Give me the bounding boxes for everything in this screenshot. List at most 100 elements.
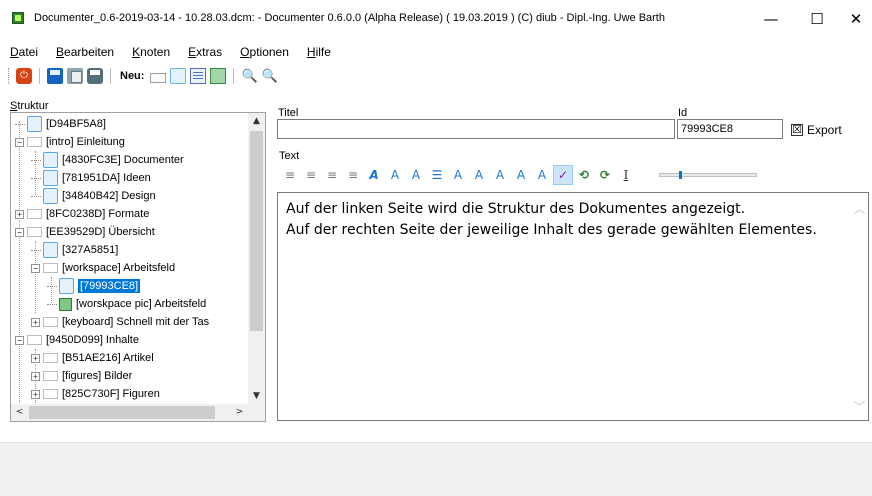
tree-connector [15, 123, 25, 125]
collapse-icon[interactable]: − [15, 137, 24, 147]
tree-node[interactable]: − [workspace] Arbeitsfeld [31, 259, 175, 277]
scroll-up-icon[interactable]: ︿ [851, 199, 868, 216]
align-left-icon[interactable]: ≡ [280, 165, 300, 185]
export-checkbox[interactable]: ☒ [791, 124, 803, 136]
text-cursor-icon[interactable]: I [616, 165, 636, 185]
search-next-icon[interactable]: 🔍 [261, 68, 277, 84]
collapse-icon[interactable]: − [15, 335, 24, 345]
expand-icon[interactable]: + [15, 209, 24, 219]
scroll-right-icon[interactable]: > [231, 404, 248, 421]
font-grow-icon[interactable]: A [448, 165, 468, 185]
bold-icon[interactable]: A [364, 165, 384, 185]
title-input[interactable] [277, 119, 675, 139]
align-right-icon[interactable]: ≡ [322, 165, 342, 185]
menu-extras[interactable]: Extras [188, 42, 222, 62]
tree-node-label[interactable]: [EE39529D] Übersicht [46, 226, 155, 238]
doc-icon [43, 152, 58, 168]
new-empty-node-icon[interactable] [150, 72, 167, 83]
slider-knob[interactable] [679, 171, 682, 179]
print-icon[interactable] [87, 68, 103, 84]
tree-node[interactable]: [34840B42] Design [31, 187, 156, 205]
tree-node-label[interactable]: [4830FC3E] Documenter [62, 154, 184, 166]
bullet-list-icon[interactable]: ☰ [427, 165, 447, 185]
justify-icon[interactable]: ≡ [343, 165, 363, 185]
menu-bar: Datei Bearbeiten Knoten Extras Optionen … [0, 42, 872, 62]
tree-node-label[interactable]: [intro] Einleitung [46, 136, 125, 148]
italic-icon[interactable]: A [385, 165, 405, 185]
search-icon[interactable]: 🔍 [241, 68, 257, 84]
menu-optionen[interactable]: Optionen [240, 42, 289, 62]
tree-node-label[interactable]: [9450D099] Inhalte [46, 334, 139, 346]
id-input[interactable] [677, 119, 783, 139]
tree-node[interactable]: − [9450D099] Inhalte [15, 331, 139, 349]
toolbar-grip[interactable] [8, 68, 10, 84]
tree-horizontal-scrollbar[interactable]: < > [11, 404, 248, 421]
tree-node[interactable]: [781951DA] Ideen [31, 169, 151, 187]
char-spacing-icon[interactable]: A [511, 165, 531, 185]
tree-node[interactable]: + [B51AE216] Artikel [31, 349, 154, 367]
menu-knoten[interactable]: Knoten [132, 42, 170, 62]
tree-node[interactable]: [327A5851] [31, 241, 118, 259]
tree-node[interactable]: [worskpace pic] Arbeitsfeld [47, 295, 206, 313]
tree-node-label[interactable]: [327A5851] [62, 244, 118, 256]
menu-datei[interactable]: Datei [10, 42, 38, 62]
expand-icon[interactable]: + [31, 371, 40, 381]
tree-node[interactable]: + [825C730F] Figuren [31, 385, 160, 403]
underline-icon[interactable]: A [406, 165, 426, 185]
text-scrollbar[interactable]: ︿ ﹀ [851, 193, 868, 420]
menu-bearbeiten[interactable]: Bearbeiten [56, 42, 114, 62]
tree-node-label[interactable]: [B51AE216] Artikel [62, 352, 154, 364]
tree-node[interactable]: + [keyboard] Schnell mit der Tas [31, 313, 209, 331]
tree-node[interactable]: [4830FC3E] Documenter [31, 151, 184, 169]
tree-vertical-scrollbar[interactable]: ▲ ▼ [248, 113, 265, 405]
title-label: Titel [278, 107, 299, 119]
menu-hilfe[interactable]: Hilfe [307, 42, 331, 62]
expand-icon[interactable]: + [31, 317, 40, 327]
tree-node[interactable]: + [figures] Bilder [31, 367, 132, 385]
zoom-slider[interactable] [659, 171, 757, 179]
tree-node-label[interactable]: [79993CE8] [76, 278, 142, 294]
tree-node[interactable]: − [EE39529D] Übersicht [15, 223, 155, 241]
tree-node[interactable]: − [intro] Einleitung [15, 133, 125, 151]
tree-node-label[interactable]: [34840B42] Design [62, 190, 156, 202]
tree-node-label[interactable]: [8FC0238D] Formate [46, 208, 149, 220]
font-color-icon[interactable]: A [532, 165, 552, 185]
align-center-icon[interactable]: ≡ [301, 165, 321, 185]
font-shrink-icon[interactable]: A [469, 165, 489, 185]
tree-node-label[interactable]: [keyboard] Schnell mit der Tas [62, 316, 209, 328]
scroll-thumb[interactable] [250, 131, 263, 331]
expand-icon[interactable]: + [31, 353, 40, 363]
copy-icon[interactable] [67, 68, 83, 84]
tree-node-label[interactable]: [figures] Bilder [62, 370, 132, 382]
tree-node[interactable]: [D94BF5A8] [15, 115, 106, 133]
new-image-icon[interactable] [210, 68, 227, 84]
minimize-button[interactable]: — [748, 4, 794, 34]
tree-node-label[interactable]: [781951DA] Ideen [62, 172, 151, 184]
tree-node-label[interactable]: [worskpace pic] Arbeitsfeld [76, 298, 206, 310]
text-editor[interactable]: Auf der linken Seite wird die Struktur d… [277, 192, 869, 421]
save-icon[interactable] [47, 68, 63, 84]
line-spacing-icon[interactable]: A [490, 165, 510, 185]
maximize-button[interactable]: ☐ [794, 4, 840, 34]
tree-node[interactable]: + [8FC0238D] Formate [15, 205, 149, 223]
expand-icon[interactable]: + [31, 389, 40, 399]
scroll-up-icon[interactable]: ▲ [248, 113, 265, 130]
undo-icon[interactable]: ⟲ [574, 165, 594, 185]
tree-node-label[interactable]: [825C730F] Figuren [62, 388, 160, 400]
highlight-icon[interactable]: ✓ [553, 165, 573, 185]
new-document-icon[interactable] [170, 68, 187, 84]
scroll-down-icon[interactable]: ﹀ [851, 397, 868, 414]
scroll-thumb[interactable] [29, 406, 215, 419]
collapse-icon[interactable]: − [31, 263, 40, 273]
close-button[interactable]: ✕ [840, 4, 872, 34]
power-icon[interactable]: ⏻ [16, 68, 32, 84]
scroll-left-icon[interactable]: < [11, 404, 28, 421]
structure-tree[interactable]: [D94BF5A8] − [intro] Einleitung [4830FC3E] … [10, 112, 266, 422]
tree-node-label[interactable]: [D94BF5A8] [46, 118, 106, 130]
redo-icon[interactable]: ⟳ [595, 165, 615, 185]
collapse-icon[interactable]: − [15, 227, 24, 237]
tree-node[interactable]: [79993CE8] [47, 277, 142, 295]
scroll-down-icon[interactable]: ▼ [248, 388, 265, 405]
new-table-icon[interactable] [190, 68, 207, 84]
tree-node-label[interactable]: [workspace] Arbeitsfeld [62, 262, 175, 274]
